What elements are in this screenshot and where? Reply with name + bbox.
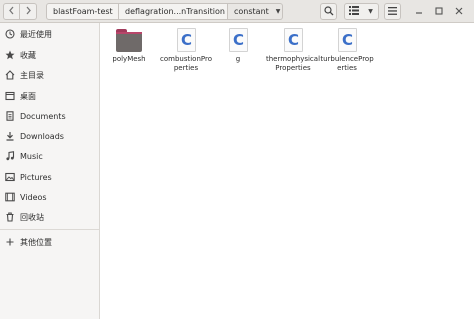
- sidebar-item-label: Music: [20, 151, 43, 161]
- sidebar-item-music[interactable]: Music: [0, 147, 99, 165]
- chevron-right-icon: [25, 6, 32, 18]
- maximize-icon: [434, 6, 443, 17]
- chevron-down-icon: ▼: [368, 8, 373, 15]
- breadcrumb-current[interactable]: constant ▼: [228, 3, 283, 20]
- file-name: g: [235, 55, 241, 63]
- sidebar-item-label: Videos: [20, 192, 47, 202]
- file-name: combustionProperties: [160, 55, 212, 72]
- sidebar-item-label: 最近使用: [20, 29, 52, 39]
- file-item-folder[interactable]: polyMesh: [101, 28, 157, 64]
- picture-icon: [5, 172, 15, 182]
- file-item[interactable]: C turbulenceProperties: [319, 28, 375, 72]
- file-name: polyMesh: [112, 55, 146, 63]
- hamburger-menu-icon: [388, 6, 397, 17]
- file-item[interactable]: C g: [210, 28, 266, 64]
- search-button[interactable]: [320, 3, 337, 20]
- sidebar-item-desktop[interactable]: 桌面: [0, 87, 99, 105]
- maximize-button[interactable]: [432, 5, 445, 18]
- desktop-icon: [5, 91, 15, 101]
- minimize-button[interactable]: [412, 5, 425, 18]
- sidebar-item-trash[interactable]: 回收站: [0, 208, 99, 226]
- home-icon: [5, 70, 15, 80]
- file-view: polyMesh C combustionProperties C g C th…: [101, 23, 474, 319]
- clock-icon: [5, 29, 15, 39]
- sidebar-divider: [0, 229, 99, 230]
- forward-button[interactable]: [20, 3, 37, 20]
- sidebar-item-home[interactable]: 主目录: [0, 66, 99, 84]
- breadcrumb-item[interactable]: blastFoam-test: [46, 3, 119, 20]
- close-icon: [455, 7, 463, 17]
- main-menu-button[interactable]: [384, 3, 401, 20]
- sidebar-item-recent[interactable]: 最近使用: [0, 25, 99, 43]
- file-name: thermophysicalProperties: [265, 55, 321, 72]
- sidebar-item-label: 其他位置: [20, 237, 52, 247]
- sidebar-item-starred[interactable]: 收藏: [0, 46, 99, 64]
- sidebar-item-documents[interactable]: Documents: [0, 107, 99, 125]
- minimize-icon: [415, 7, 423, 17]
- trash-icon: [5, 212, 15, 222]
- close-button[interactable]: [452, 5, 465, 18]
- video-icon: [5, 192, 15, 202]
- file-item[interactable]: C thermophysicalProperties: [265, 28, 321, 72]
- view-options-button[interactable]: ▼: [363, 3, 379, 20]
- file-name: turbulenceProperties: [320, 55, 374, 72]
- sidebar-item-label: 桌面: [20, 91, 36, 101]
- music-icon: [5, 151, 15, 161]
- header-bar: blastFoam-test deflagration...nTransitio…: [0, 0, 474, 23]
- document-icon: [5, 111, 15, 121]
- history-nav: [3, 3, 37, 20]
- chevron-down-icon: ▼: [275, 8, 281, 15]
- search-icon: [323, 5, 334, 18]
- sidebar-item-downloads[interactable]: Downloads: [0, 127, 99, 145]
- plus-icon: [5, 237, 15, 247]
- sidebar-item-label: 收藏: [20, 50, 36, 60]
- folder-icon: [116, 28, 142, 52]
- back-button[interactable]: [3, 3, 20, 20]
- c-source-file-icon: C: [282, 28, 304, 52]
- c-source-file-icon: C: [175, 28, 197, 52]
- sidebar: 最近使用 收藏 主目录 桌面 Documents Downloads Music…: [0, 23, 100, 319]
- list-view-icon: [349, 6, 359, 17]
- breadcrumb-current-label: constant: [234, 7, 269, 16]
- breadcrumb-item[interactable]: deflagration...nTransition: [119, 3, 228, 20]
- sidebar-item-other-locations[interactable]: 其他位置: [0, 233, 99, 251]
- sidebar-item-label: Downloads: [20, 131, 64, 141]
- sidebar-item-label: Documents: [20, 111, 66, 121]
- star-icon: [5, 50, 15, 60]
- chevron-left-icon: [8, 6, 15, 18]
- view-toggle-button[interactable]: [344, 3, 364, 20]
- download-icon: [5, 131, 15, 141]
- c-source-file-icon: C: [336, 28, 358, 52]
- sidebar-item-videos[interactable]: Videos: [0, 188, 99, 206]
- sidebar-item-label: 主目录: [20, 70, 44, 80]
- sidebar-item-label: Pictures: [20, 172, 52, 182]
- sidebar-item-label: 回收站: [20, 212, 44, 222]
- file-item[interactable]: C combustionProperties: [158, 28, 214, 72]
- breadcrumb: blastFoam-test deflagration...nTransitio…: [46, 3, 283, 20]
- sidebar-item-pictures[interactable]: Pictures: [0, 168, 99, 186]
- c-source-file-icon: C: [227, 28, 249, 52]
